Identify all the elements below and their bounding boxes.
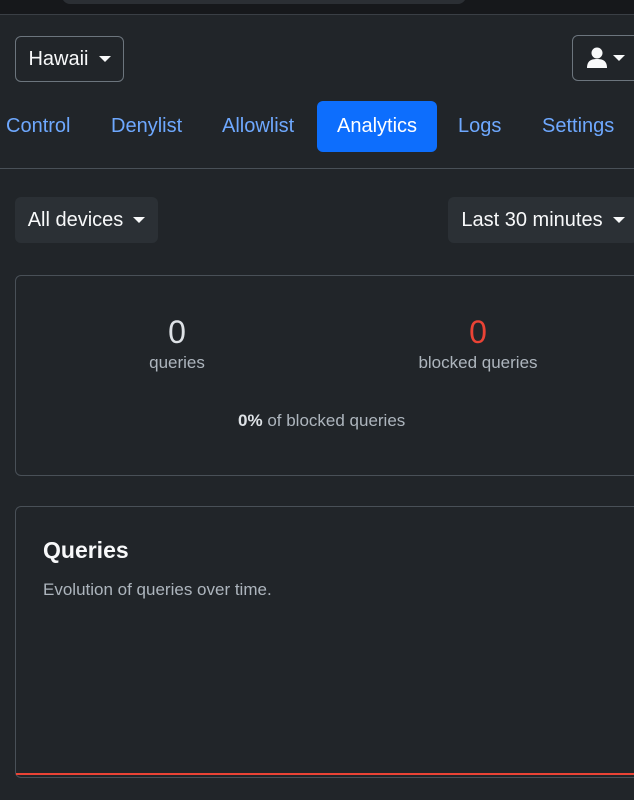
blocked-percent-value: 0% <box>238 411 263 430</box>
chevron-down-icon <box>612 217 625 223</box>
chevron-down-icon <box>613 55 625 61</box>
blocked-percent-label: of blocked queries <box>267 411 406 430</box>
site-selector-label: Hawaii <box>28 47 89 70</box>
stats-card: 0 queries 0 blocked queries <box>15 275 634 476</box>
chart-title: Queries <box>43 537 129 563</box>
main-nav: Control Denylist Allowlist Analytics Log… <box>0 101 634 152</box>
tab-analytics[interactable]: Analytics <box>317 101 438 152</box>
site-selector-dropdown[interactable]: Hawaii <box>15 36 124 82</box>
blocked-label: blocked queries <box>418 353 538 372</box>
queries-label: queries <box>149 353 205 372</box>
chevron-down-icon <box>98 56 111 62</box>
app-header: Hawaii Control Denylist Allowlist Analyt… <box>0 16 634 169</box>
device-filter-dropdown[interactable]: All devices <box>15 197 158 243</box>
chevron-down-icon <box>133 217 146 223</box>
blocked-count: 0 <box>469 314 487 350</box>
tab-allowlist[interactable]: Allowlist <box>202 101 314 152</box>
chart-subtitle: Evolution of queries over time. <box>43 580 272 599</box>
tab-control[interactable]: Control <box>0 101 90 152</box>
queries-chart-card: Queries Evolution of queries over time. <box>15 506 634 778</box>
tab-logs[interactable]: Logs <box>438 101 521 152</box>
user-menu-button[interactable] <box>572 35 634 81</box>
time-range-label: Last 30 minutes <box>461 208 603 231</box>
device-filter-label: All devices <box>27 208 124 231</box>
tab-denylist[interactable]: Denylist <box>91 101 202 152</box>
tab-settings[interactable]: Settings <box>522 101 634 152</box>
address-bar-edge <box>62 0 466 4</box>
blocked-percent-row: 0% of blocked queries <box>238 411 405 431</box>
queries-count: 0 <box>168 314 186 350</box>
blocked-series-line <box>16 773 634 775</box>
browser-top-bar <box>0 0 634 15</box>
time-range-dropdown[interactable]: Last 30 minutes <box>448 197 634 243</box>
user-icon <box>587 47 607 68</box>
